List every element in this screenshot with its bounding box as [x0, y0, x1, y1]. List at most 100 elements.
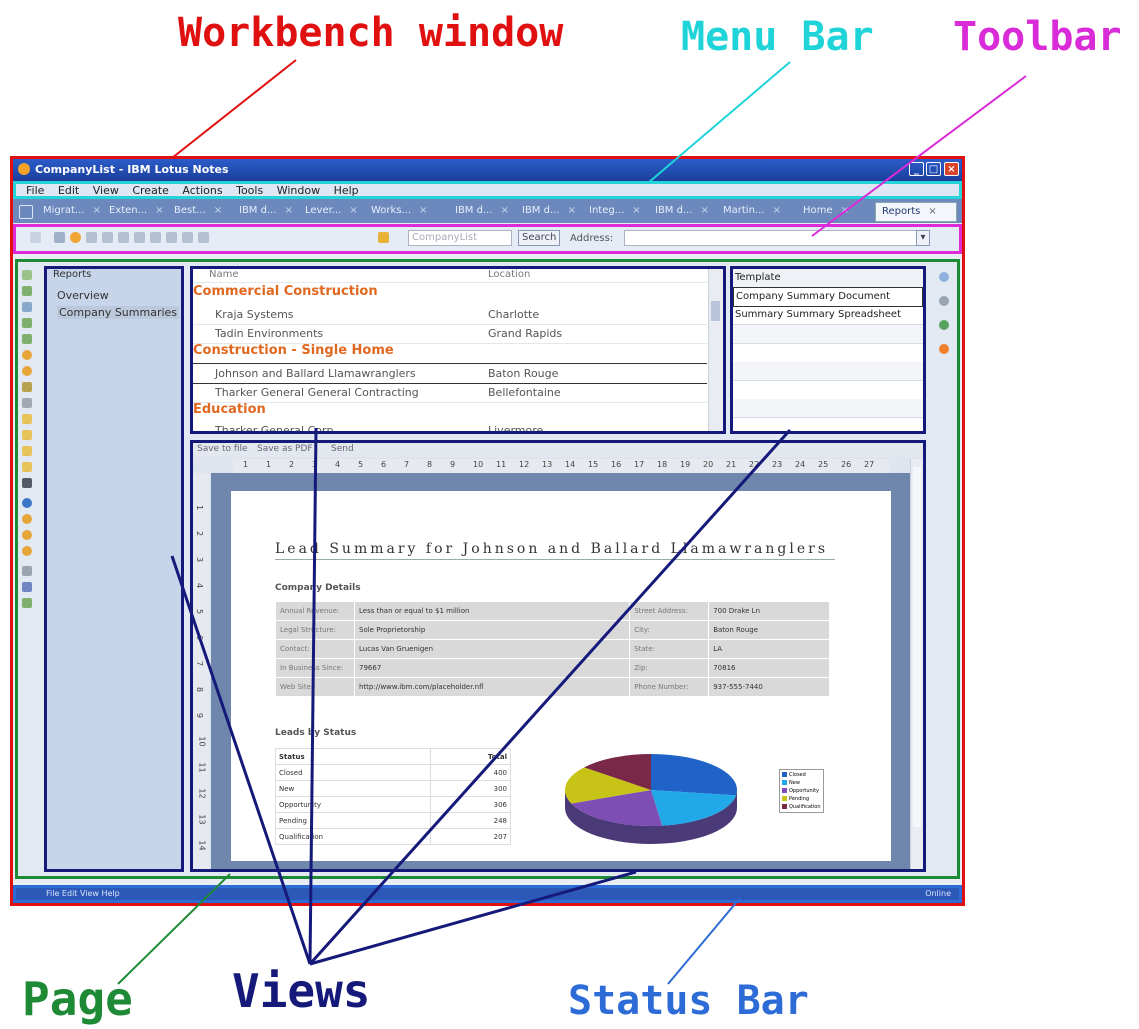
folder-icon[interactable]	[378, 232, 389, 243]
tab-reports[interactable]: Reports ×	[875, 202, 957, 222]
close-tab-icon[interactable]: ×	[701, 205, 709, 216]
save-as-pdf-button[interactable]: Save as PDF	[257, 444, 313, 454]
menu-help[interactable]: Help	[334, 185, 359, 197]
scroll-thumb[interactable]	[913, 467, 921, 827]
list-row[interactable]: Tharker General Corp Livermore	[193, 421, 707, 431]
menu-actions[interactable]: Actions	[182, 185, 222, 197]
category-row[interactable]: Education	[193, 402, 266, 417]
navigator-item-company-summaries[interactable]: Company Summaries	[57, 306, 180, 319]
edit-icon[interactable]	[86, 232, 97, 243]
close-tab-icon[interactable]: ×	[214, 205, 222, 216]
home-tab-icon[interactable]	[19, 205, 33, 219]
close-tab-icon[interactable]: ×	[349, 205, 357, 216]
tab-item[interactable]: IBM d... ×	[233, 202, 293, 220]
maximize-button[interactable]: □	[926, 162, 941, 176]
menu-create[interactable]: Create	[132, 185, 169, 197]
menu-tools[interactable]: Tools	[236, 185, 263, 197]
address-field[interactable]	[624, 230, 924, 246]
category-row[interactable]: Commercial Construction	[193, 284, 378, 299]
search-button[interactable]: Search	[518, 230, 561, 246]
tab-item[interactable]: Migrat... ×	[37, 202, 101, 220]
online-status[interactable]: Online	[925, 889, 951, 898]
activities-icon[interactable]	[939, 320, 949, 330]
bookmark-icon[interactable]	[22, 286, 32, 296]
bookmark-icon[interactable]	[22, 382, 32, 392]
tab-item[interactable]: Lever... ×	[299, 202, 358, 220]
find-icon[interactable]	[166, 232, 177, 243]
list-row[interactable]: Tharker General General Contracting Bell…	[193, 383, 707, 403]
menu-window[interactable]: Window	[277, 185, 320, 197]
list-row[interactable]: Kraja Systems Charlotte	[193, 305, 707, 325]
rss-icon[interactable]	[939, 344, 949, 354]
save-to-file-button[interactable]: Save to file	[197, 444, 248, 454]
bookmark-icon[interactable]	[22, 582, 32, 592]
tab-item[interactable]: IBM d... ×	[449, 202, 509, 220]
bookmark-icon[interactable]	[22, 414, 32, 424]
bookmark-icon[interactable]	[22, 334, 32, 344]
scroll-thumb[interactable]	[711, 301, 720, 321]
search-input[interactable]: CompanyList	[408, 230, 512, 246]
menu-edit[interactable]: Edit	[58, 185, 79, 197]
bookmark-icon[interactable]	[22, 530, 32, 540]
bookmark-icon[interactable]	[22, 430, 32, 440]
tab-item[interactable]: IBM d... ×	[649, 202, 709, 220]
close-tab-icon[interactable]: ×	[841, 205, 849, 216]
tab-item[interactable]: Works... ×	[365, 202, 427, 220]
tab-item[interactable]: Exten... ×	[103, 202, 164, 220]
list-row-selected[interactable]: Johnson and Ballard Llamawranglers Baton…	[193, 363, 707, 384]
minimize-button[interactable]: _	[909, 162, 924, 176]
list-scrollbar[interactable]	[708, 269, 723, 431]
tab-item[interactable]: IBM d... ×	[516, 202, 576, 220]
bookmark-icon[interactable]	[22, 514, 32, 524]
tab-item[interactable]: Best... ×	[168, 202, 222, 220]
template-item[interactable]: Summary Summary Spreadsheet	[733, 306, 923, 325]
save-icon[interactable]	[54, 232, 65, 243]
bookmark-icon[interactable]	[22, 462, 32, 472]
bookmark-icon[interactable]	[22, 478, 32, 488]
close-tab-icon[interactable]: ×	[285, 205, 293, 216]
column-location-header[interactable]: Location	[488, 269, 530, 280]
tab-item[interactable]: Martin... ×	[717, 202, 781, 220]
search-icon[interactable]	[939, 272, 949, 282]
document-scrollbar[interactable]	[910, 459, 923, 869]
bookmark-icon[interactable]	[22, 318, 32, 328]
new-icon[interactable]	[30, 232, 41, 243]
back-icon[interactable]	[102, 232, 113, 243]
close-tab-icon[interactable]: ×	[92, 205, 100, 216]
cut-icon[interactable]	[134, 232, 145, 243]
bookmark-icon[interactable]	[22, 546, 32, 556]
send-button[interactable]: Send	[331, 444, 354, 454]
settings-icon[interactable]	[198, 232, 209, 243]
close-tab-icon[interactable]: ×	[632, 205, 640, 216]
bookmark-icon[interactable]	[22, 398, 32, 408]
bookmark-icon[interactable]	[22, 498, 32, 508]
bookmark-icon[interactable]	[22, 270, 32, 280]
bookmark-icon[interactable]	[22, 446, 32, 456]
address-dropdown-icon[interactable]: ▾	[916, 230, 930, 246]
close-tab-icon[interactable]: ×	[501, 205, 509, 216]
copy-icon[interactable]	[150, 232, 161, 243]
refresh-icon[interactable]	[70, 232, 81, 243]
bookmark-icon[interactable]	[22, 366, 32, 376]
close-tab-icon[interactable]: ×	[568, 205, 576, 216]
close-tab-icon[interactable]: ×	[419, 205, 427, 216]
menu-view[interactable]: View	[93, 185, 119, 197]
tab-item[interactable]: Home ×	[797, 202, 849, 220]
close-tab-icon[interactable]: ×	[155, 205, 163, 216]
close-tab-icon[interactable]: ×	[772, 205, 780, 216]
bookmark-icon[interactable]	[22, 302, 32, 312]
navigator-item-overview[interactable]: Overview	[57, 289, 109, 302]
template-item[interactable]: Company Summary Document	[733, 287, 923, 307]
tab-item[interactable]: Integ... ×	[583, 202, 641, 220]
close-tab-icon[interactable]: ×	[928, 206, 936, 217]
print-icon[interactable]	[182, 232, 193, 243]
bookmark-icon[interactable]	[22, 598, 32, 608]
forward-icon[interactable]	[118, 232, 129, 243]
list-row[interactable]: Tadin Environments Grand Rapids	[193, 324, 707, 344]
bookmark-icon[interactable]	[22, 350, 32, 360]
bookmark-icon[interactable]	[22, 566, 32, 576]
menu-file[interactable]: File	[26, 185, 44, 197]
sametime-icon[interactable]	[939, 296, 949, 306]
column-name-header[interactable]: Name	[209, 269, 239, 280]
category-row[interactable]: Construction - Single Home	[193, 343, 394, 358]
